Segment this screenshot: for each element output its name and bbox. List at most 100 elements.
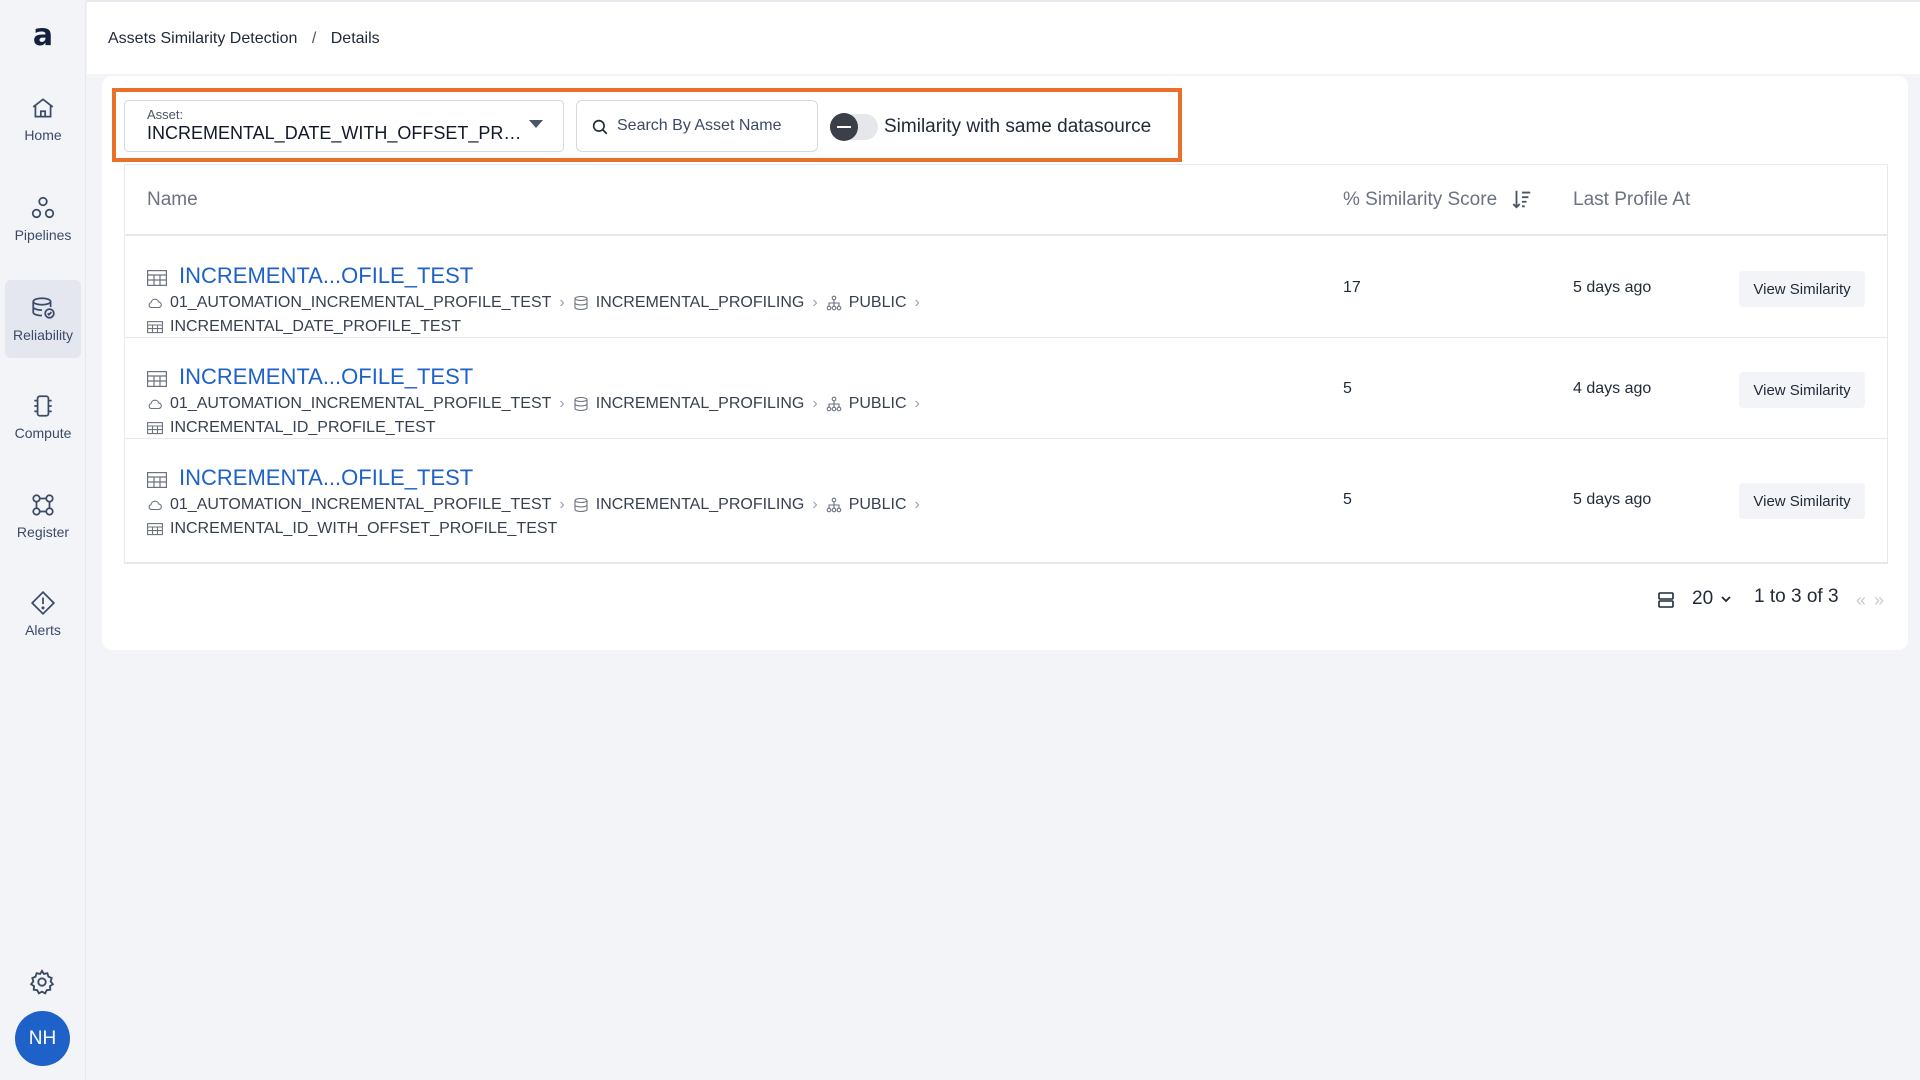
table-icon [147,523,163,536]
database-icon [574,396,588,412]
schema-icon [826,295,842,311]
home-icon [32,98,54,118]
sidebar-item-label: Register [16,524,70,540]
column-header-score[interactable]: % Similarity Score [1343,189,1497,211]
chevron-right-icon: › [812,294,818,311]
similarity-table: Name % Similarity Score Last Profile At … [124,164,1888,564]
asset-path: 01_AUTOMATION_INCREMENTAL_PROFILE_TEST ›… [147,395,967,437]
asset-name-link[interactable]: INCREMENTA...OFILE_TEST [179,364,473,390]
path-database: INCREMENTAL_PROFILING [573,496,805,514]
breadcrumb: Assets Similarity Detection / Details [108,30,380,48]
path-database-label: INCREMENTAL_PROFILING [595,294,805,311]
cloud-icon [148,399,162,410]
table-icon [147,422,163,435]
sidebar-item-label: Alerts [25,622,61,638]
pipelines-icon [31,196,55,219]
column-header-last-profile: Last Profile At [1573,189,1691,210]
sidebar: a Home Pipelines Reliability Compute Reg… [0,0,86,1080]
asset-select-value: INCREMENTAL_DATE_WITH_OFFSET_PROFILE_TES… [147,123,527,143]
sidebar-item-compute[interactable]: Compute [5,378,81,456]
chevron-right-icon: › [559,294,565,311]
next-page-icon[interactable]: » [1874,590,1884,616]
sidebar-item-pipelines[interactable]: Pipelines [5,180,81,258]
chevron-right-icon: › [914,395,920,412]
table-row: INCREMENTA...OFILE_TEST 01_AUTOMATION_IN… [125,439,1887,563]
path-schema: PUBLIC [826,496,907,514]
chevron-right-icon: › [812,496,818,513]
cloud-icon [148,298,162,309]
sidebar-item-alerts[interactable]: Alerts [5,575,81,653]
last-profile-time: 5 days ago [1573,491,1652,508]
asset-path: 01_AUTOMATION_INCREMENTAL_PROFILE_TEST ›… [147,294,967,336]
path-database-label: INCREMENTAL_PROFILING [595,395,805,412]
gear-icon[interactable] [28,968,56,996]
page-size-value: 20 [1692,588,1714,609]
asset-name-link[interactable]: INCREMENTA...OFILE_TEST [179,465,473,491]
path-schema: PUBLIC [826,395,907,413]
sidebar-item-home[interactable]: Home [5,80,81,158]
previous-page-icon[interactable]: « [1856,590,1866,616]
sidebar-item-reliability[interactable]: Reliability [5,280,81,358]
same-datasource-toggle-label: Similarity with same datasource [884,116,1152,137]
breadcrumb-current: Details [330,30,380,47]
column-header-name: Name [147,189,198,210]
path-schema: PUBLIC [826,294,907,312]
asset-name-link[interactable]: INCREMENTA...OFILE_TEST [179,263,473,289]
path-table: INCREMENTAL_DATE_PROFILE_TEST [147,318,461,336]
sidebar-item-label: Compute [14,425,72,441]
table-icon [147,270,167,286]
table-icon [147,472,167,488]
sidebar-item-register[interactable]: Register [5,477,81,555]
path-schema-label: PUBLIC [848,395,907,412]
page-size-select[interactable]: 20 [1692,586,1733,612]
view-similarity-button[interactable]: View Similarity [1739,271,1865,307]
search-input[interactable] [617,113,807,139]
path-schema-label: PUBLIC [848,496,907,513]
page-size-icon [1658,592,1674,608]
path-table-label: INCREMENTAL_ID_PROFILE_TEST [170,419,436,436]
asset-select[interactable]: Asset: INCREMENTAL_DATE_WITH_OFFSET_PROF… [124,100,564,152]
path-datasource: 01_AUTOMATION_INCREMENTAL_PROFILE_TEST [147,294,551,312]
brand-logo[interactable]: a [0,18,86,53]
last-profile-time: 5 days ago [1573,279,1652,296]
view-similarity-button[interactable]: View Similarity [1739,372,1865,408]
path-table-label: INCREMENTAL_DATE_PROFILE_TEST [170,318,462,335]
user-avatar[interactable]: NH [15,1011,70,1066]
path-datasource: 01_AUTOMATION_INCREMENTAL_PROFILE_TEST [147,395,551,413]
path-datasource: 01_AUTOMATION_INCREMENTAL_PROFILE_TEST [147,496,551,514]
chevron-right-icon: › [559,496,565,513]
compute-icon [34,395,52,417]
path-datasource-label: 01_AUTOMATION_INCREMENTAL_PROFILE_TEST [170,496,552,513]
search-icon [592,119,608,135]
sort-descending-icon[interactable] [1511,187,1533,211]
pagination-summary: 1 to 3 of 3 [1754,586,1839,607]
path-database-label: INCREMENTAL_PROFILING [595,496,805,513]
chevron-right-icon: › [559,395,565,412]
asset-select-label: Asset: [147,107,184,122]
same-datasource-toggle[interactable] [830,113,878,141]
table-icon [147,371,167,387]
path-schema-label: PUBLIC [848,294,907,311]
breadcrumb-root[interactable]: Assets Similarity Detection [108,30,297,47]
chevron-down-icon [1721,596,1731,603]
view-similarity-button[interactable]: View Similarity [1739,483,1865,519]
table-icon [147,321,163,334]
register-icon [32,494,54,516]
schema-icon [826,497,842,513]
path-datasource-label: 01_AUTOMATION_INCREMENTAL_PROFILE_TEST [170,294,552,311]
table-row: INCREMENTA...OFILE_TEST 01_AUTOMATION_IN… [125,237,1887,338]
cloud-icon [148,500,162,511]
similarity-score: 17 [1343,279,1361,296]
similarity-score: 5 [1343,380,1352,397]
sidebar-item-label: Pipelines [14,227,72,243]
path-table-label: INCREMENTAL_ID_WITH_OFFSET_PROFILE_TEST [170,520,558,537]
similarity-score: 5 [1343,491,1352,508]
chevron-right-icon: › [812,395,818,412]
path-database: INCREMENTAL_PROFILING [573,395,805,413]
chevron-right-icon: › [914,496,920,513]
search-box [576,100,818,152]
table-row: INCREMENTA...OFILE_TEST 01_AUTOMATION_IN… [125,338,1887,439]
path-table: INCREMENTAL_ID_WITH_OFFSET_PROFILE_TEST [147,520,967,538]
database-icon [574,497,588,513]
path-database: INCREMENTAL_PROFILING [573,294,805,312]
